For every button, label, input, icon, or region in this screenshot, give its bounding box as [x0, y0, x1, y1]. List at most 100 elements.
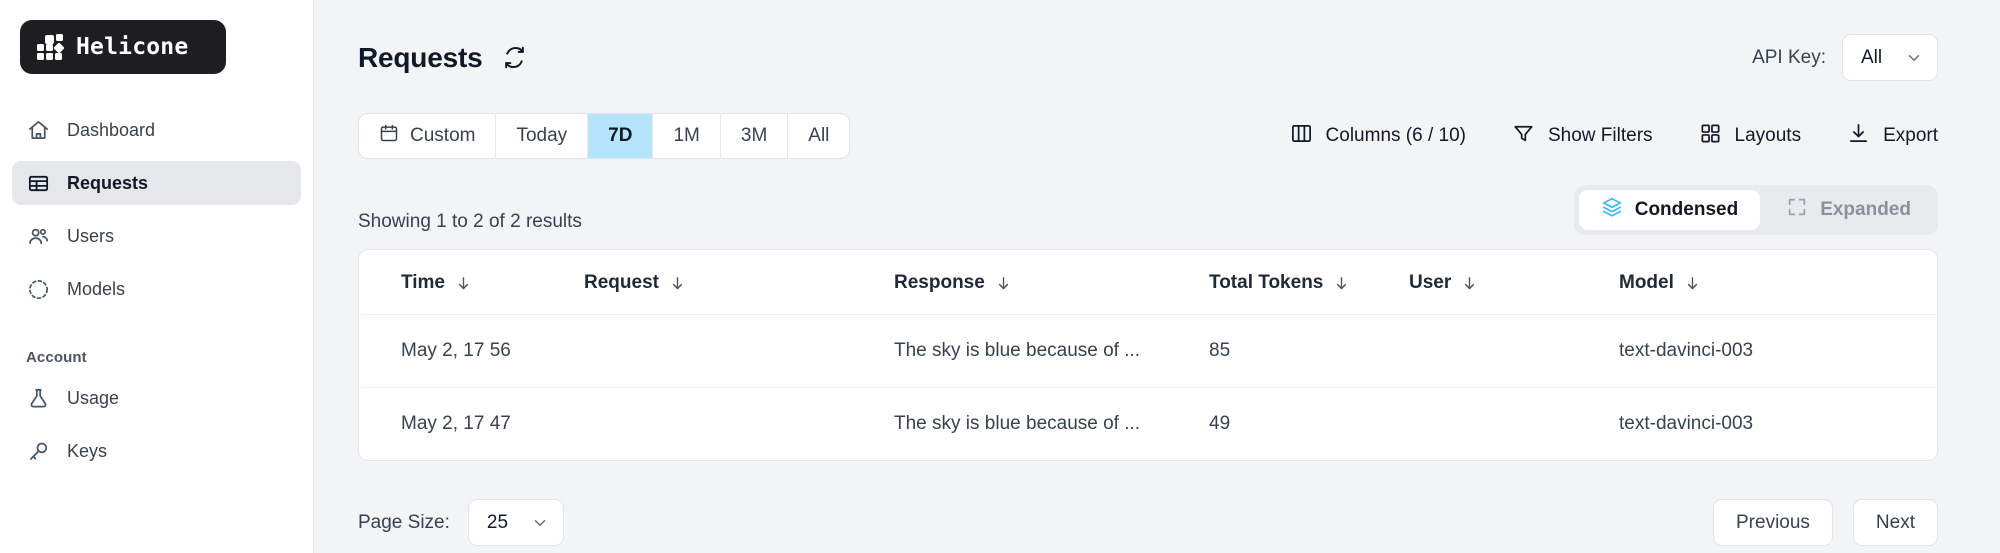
download-icon — [1847, 122, 1870, 151]
show-filters-label: Show Filters — [1548, 125, 1653, 147]
table-icon — [26, 171, 50, 195]
page-size-label: Page Size: — [358, 512, 450, 534]
time-range-3m[interactable]: 3M — [721, 114, 788, 158]
requests-table: Time Request Response — [359, 250, 1937, 460]
time-range-label: 7D — [608, 125, 632, 147]
view-mode-label: Condensed — [1635, 199, 1738, 221]
column-header-model[interactable]: Model — [1619, 250, 1937, 315]
export-button[interactable]: Export — [1847, 122, 1938, 151]
pagination-controls: Previous Next — [1713, 499, 1938, 546]
cell-request — [584, 388, 894, 461]
filter-funnel-icon — [1512, 122, 1535, 151]
cell-model: text-davinci-003 — [1619, 388, 1937, 461]
time-range-all[interactable]: All — [788, 114, 849, 158]
next-label: Next — [1876, 512, 1915, 534]
app-root: Helicone Dashboard Requests — [0, 0, 2000, 553]
refresh-icon[interactable] — [500, 44, 528, 72]
arrow-down-icon — [1684, 275, 1701, 292]
cell-time: May 2, 17 47 — [359, 388, 584, 461]
sidebar-item-users[interactable]: Users — [12, 214, 301, 258]
column-label: Request — [584, 272, 659, 294]
layouts-label: Layouts — [1735, 125, 1802, 147]
arrow-down-icon — [1333, 275, 1350, 292]
table-header-row: Time Request Response — [359, 250, 1937, 315]
helicone-logo[interactable]: Helicone — [20, 20, 226, 74]
users-icon — [26, 224, 50, 248]
expand-arrows-icon — [1786, 196, 1808, 224]
api-key-label: API Key: — [1752, 47, 1826, 69]
previous-page-button[interactable]: Previous — [1713, 499, 1833, 546]
export-label: Export — [1883, 125, 1938, 147]
column-header-total-tokens[interactable]: Total Tokens — [1209, 250, 1409, 315]
page-header: Requests API Key: All — [358, 0, 1938, 81]
page-title: Requests — [358, 42, 482, 74]
show-filters-button[interactable]: Show Filters — [1512, 122, 1653, 151]
cell-response: The sky is blue because of ... — [894, 315, 1209, 388]
chevron-down-icon — [531, 514, 549, 532]
arrow-down-icon — [995, 275, 1012, 292]
columns-label: Columns (6 / 10) — [1326, 125, 1466, 147]
column-label: Time — [401, 272, 445, 294]
view-mode-condensed[interactable]: Condensed — [1579, 190, 1760, 230]
table-body: May 2, 17 56 The sky is blue because of … — [359, 315, 1937, 461]
sidebar-item-usage[interactable]: Usage — [12, 376, 301, 420]
helicone-dots-logo-icon — [37, 34, 64, 61]
arrow-down-icon — [455, 275, 472, 292]
column-header-time[interactable]: Time — [359, 250, 584, 315]
results-row: Showing 1 to 2 of 2 results Condensed — [358, 193, 1938, 237]
columns-button[interactable]: Columns (6 / 10) — [1290, 122, 1466, 151]
sidebar-item-label: Usage — [67, 388, 119, 409]
key-icon — [26, 439, 50, 463]
sidebar-item-dashboard[interactable]: Dashboard — [12, 108, 301, 152]
cell-user — [1409, 388, 1619, 461]
time-range-1m[interactable]: 1M — [653, 114, 720, 158]
sidebar-item-label: Users — [67, 226, 114, 247]
sidebar-item-label: Keys — [67, 441, 107, 462]
column-label: User — [1409, 272, 1451, 294]
helicone-wordmark: Helicone — [76, 34, 188, 60]
next-page-button[interactable]: Next — [1853, 499, 1938, 546]
results-count-text: Showing 1 to 2 of 2 results — [358, 211, 582, 237]
time-range-today[interactable]: Today — [496, 114, 588, 158]
title-group: Requests — [358, 42, 528, 74]
sidebar-section-account: Account — [26, 349, 301, 366]
arrow-down-icon — [669, 275, 686, 292]
time-range-7d[interactable]: 7D — [588, 114, 653, 158]
column-header-response[interactable]: Response — [894, 250, 1209, 315]
arrow-down-icon — [1461, 275, 1478, 292]
sidebar-item-requests[interactable]: Requests — [12, 161, 301, 205]
sidebar-nav: Dashboard Requests — [12, 108, 301, 473]
page-size-value: 25 — [487, 512, 508, 534]
table-footer: Page Size: 25 Previous Next — [358, 499, 1938, 546]
table-row[interactable]: May 2, 17 47 The sky is blue because of … — [359, 388, 1937, 461]
column-header-request[interactable]: Request — [584, 250, 894, 315]
time-range-label: 1M — [673, 125, 699, 147]
layouts-grid-icon — [1699, 122, 1722, 151]
page-size-select[interactable]: 25 — [468, 499, 564, 546]
cell-time: May 2, 17 56 — [359, 315, 584, 388]
view-mode-toggle: Condensed Expanded — [1574, 185, 1938, 235]
page-size-control: Page Size: 25 — [358, 499, 564, 546]
layouts-button[interactable]: Layouts — [1699, 122, 1802, 151]
sidebar-item-models[interactable]: Models — [12, 267, 301, 311]
chevron-down-icon — [1905, 49, 1923, 67]
time-range-custom[interactable]: Custom — [359, 114, 496, 158]
table-row[interactable]: May 2, 17 56 The sky is blue because of … — [359, 315, 1937, 388]
sidebar-item-label: Requests — [67, 173, 148, 194]
cell-total-tokens: 85 — [1209, 315, 1409, 388]
time-range-label: 3M — [741, 125, 767, 147]
column-label: Model — [1619, 272, 1674, 294]
column-header-user[interactable]: User — [1409, 250, 1619, 315]
table-toolbar: Columns (6 / 10) Show Filters — [1290, 122, 1938, 151]
model-orbit-icon — [26, 277, 50, 301]
previous-label: Previous — [1736, 512, 1810, 534]
sidebar-item-keys[interactable]: Keys — [12, 429, 301, 473]
column-label: Response — [894, 272, 985, 294]
cell-request — [584, 315, 894, 388]
time-range-selector: Custom Today 7D 1M 3M All — [358, 113, 850, 159]
api-key-select[interactable]: All — [1842, 34, 1938, 81]
main-content: Requests API Key: All — [314, 0, 2000, 553]
api-key-value: All — [1861, 47, 1882, 69]
view-mode-expanded[interactable]: Expanded — [1764, 190, 1933, 230]
time-range-label: Today — [516, 125, 567, 147]
